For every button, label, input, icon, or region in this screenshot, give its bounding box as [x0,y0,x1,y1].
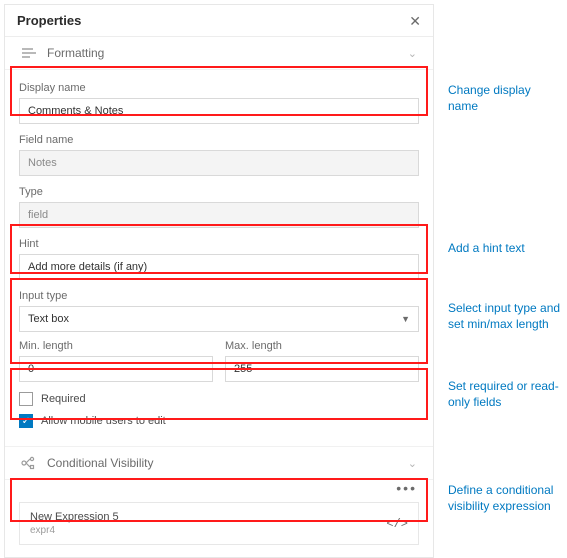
conditional-icon [21,456,37,470]
hint-group: Hint [19,238,419,280]
annotation: Add a hint text [448,240,563,256]
type-label: Type [19,186,419,198]
expression-id: expr4 [30,525,119,536]
conditional-label: Conditional Visibility [47,456,398,470]
display-name-input[interactable] [19,98,419,124]
close-icon[interactable]: ✕ [409,14,421,28]
type-group: Type [19,186,419,228]
hint-input[interactable] [19,254,419,280]
max-length-label: Max. length [225,340,419,352]
field-name-label: Field name [19,134,419,146]
max-length-group: Max. length [225,340,419,382]
formatting-body: Display name Field name Type Hint Input … [5,70,433,446]
hint-label: Hint [19,238,419,250]
field-name-input [19,150,419,176]
more-options-icon[interactable]: ••• [5,480,433,498]
max-length-input[interactable] [225,356,419,382]
code-icon[interactable]: </> [386,517,408,531]
annotation: Set required or read-only fields [448,378,563,410]
allow-mobile-label: Allow mobile users to edit [41,415,166,427]
display-name-label: Display name [19,82,419,94]
panel-header: Properties ✕ [5,5,433,37]
chevron-down-icon: ⌄ [408,47,417,60]
annotation: Select input type and set min/max length [448,300,563,332]
min-length-label: Min. length [19,340,213,352]
annotation: Define a conditional visibility expressi… [448,482,563,514]
type-input [19,202,419,228]
input-type-label: Input type [19,290,419,302]
input-type-value: Text box [28,313,69,325]
allow-mobile-checkbox[interactable]: ✓ [19,414,33,428]
properties-panel: Properties ✕ Formatting ⌄ Display name F… [4,4,434,558]
panel-title: Properties [17,13,81,28]
required-checkbox[interactable] [19,392,33,406]
input-type-group: Input type Text box ▼ Min. length Max. l… [19,290,419,382]
min-length-group: Min. length [19,340,213,382]
formatting-label: Formatting [47,46,398,60]
input-type-select[interactable]: Text box ▼ [19,306,419,332]
required-label: Required [41,393,86,405]
annotation: Change display name [448,82,563,114]
formatting-section-header[interactable]: Formatting ⌄ [5,37,433,70]
expression-text: New Expression 5 expr4 [30,511,119,536]
required-row[interactable]: Required [19,392,419,406]
allow-mobile-row[interactable]: ✓ Allow mobile users to edit [19,414,419,428]
conditional-section-header[interactable]: Conditional Visibility ⌄ [5,446,433,480]
expression-name: New Expression 5 [30,511,119,523]
formatting-icon [21,46,37,60]
field-name-group: Field name [19,134,419,176]
expression-row[interactable]: New Expression 5 expr4 </> [19,502,419,545]
min-length-input[interactable] [19,356,213,382]
chevron-down-icon: ⌄ [408,457,417,470]
caret-down-icon: ▼ [401,314,410,324]
display-name-group: Display name [19,82,419,124]
